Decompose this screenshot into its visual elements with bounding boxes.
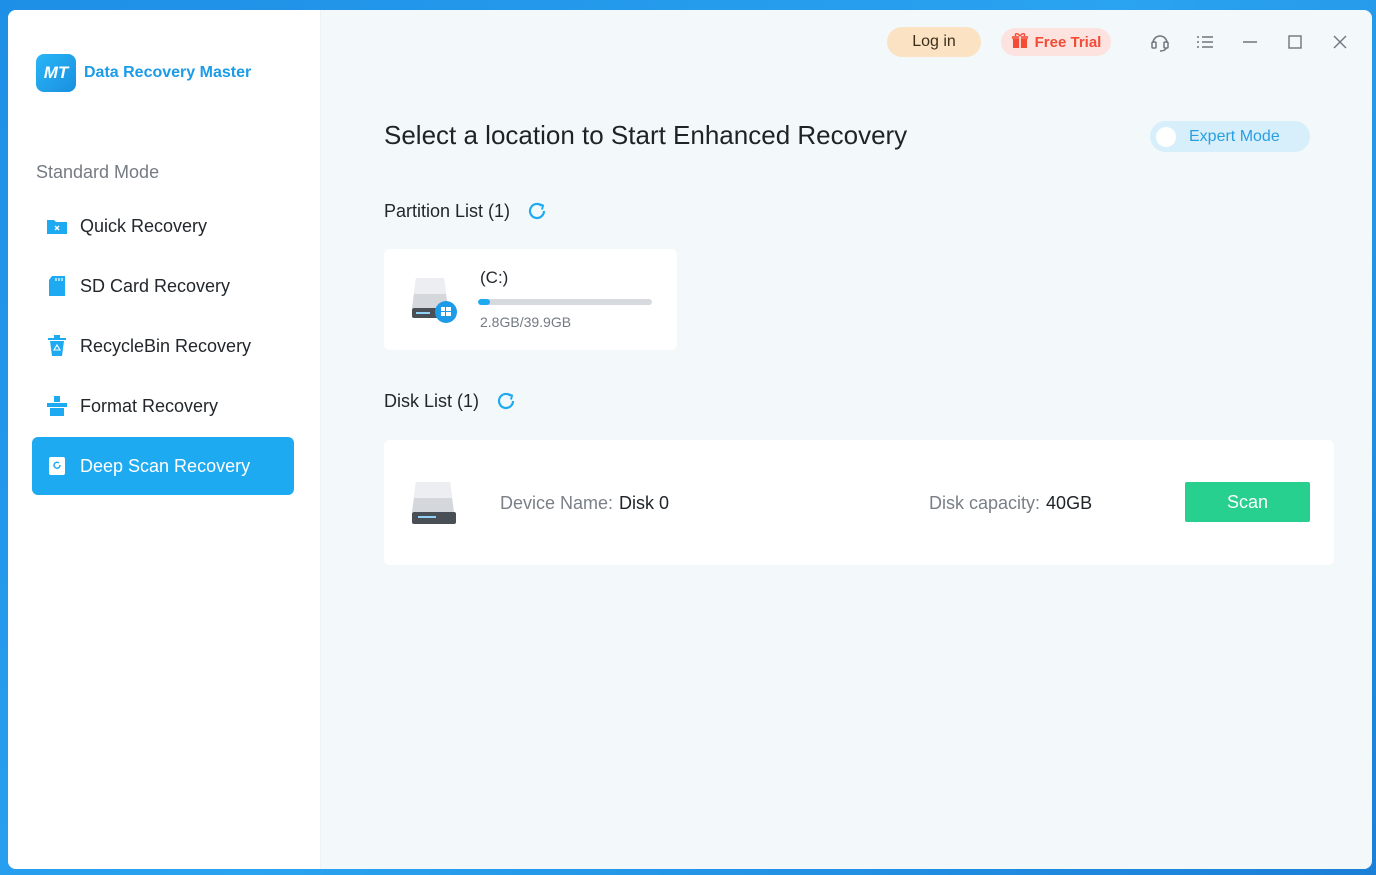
- disk-capacity-value: 40GB: [1046, 493, 1093, 513]
- partition-size: 2.8GB/39.9GB: [480, 314, 572, 330]
- partition-usage-fill: [478, 299, 491, 305]
- maximize-icon[interactable]: [1272, 26, 1317, 58]
- sidebar-item-quick-recovery[interactable]: Quick Recovery: [32, 197, 294, 255]
- mode-label: Standard Mode: [36, 162, 160, 182]
- disk-capacity-field: Disk capacity: 40GB: [929, 493, 1092, 514]
- free-trial-button[interactable]: Free Trial: [1001, 28, 1111, 56]
- support-icon[interactable]: [1137, 26, 1182, 58]
- device-name-field: Device Name: Disk 0: [500, 493, 669, 514]
- sidebar-item-format-recovery[interactable]: Format Recovery: [32, 377, 294, 435]
- sidebar-item-label: Quick Recovery: [80, 215, 208, 236]
- partition-list-header: Partition List (1): [384, 200, 548, 222]
- format-icon: [46, 395, 68, 417]
- partition-card[interactable]: (C:) 2.8GB/39.9GB: [384, 249, 677, 350]
- drive-windows-icon: [410, 276, 460, 329]
- partition-list-label: Partition List (1): [384, 200, 511, 221]
- partition-usage-bar: [478, 299, 652, 305]
- page-title: Select a location to Start Enhanced Reco…: [384, 120, 908, 150]
- sidebar-item-sd-card-recovery[interactable]: SD Card Recovery: [32, 257, 294, 315]
- partition-name: (C:): [480, 268, 509, 287]
- sidebar-item-label: Format Recovery: [80, 395, 219, 416]
- disk-drive-icon: [410, 480, 458, 531]
- main-panel: Log in Free Trial Select a location to S…: [321, 10, 1372, 869]
- device-name-value: Disk 0: [619, 493, 670, 513]
- sidebar-item-recyclebin-recovery[interactable]: RecycleBin Recovery: [32, 317, 294, 375]
- app-logo: MT Data Recovery Master: [36, 54, 251, 92]
- disk-list-label: Disk List (1): [384, 390, 480, 411]
- sidebar: MT Data Recovery Master Standard Mode Qu…: [8, 10, 321, 869]
- close-icon[interactable]: [1317, 26, 1362, 58]
- disk-capacity-label: Disk capacity:: [929, 493, 1041, 513]
- refresh-disks-icon[interactable]: [495, 390, 517, 412]
- app-window: MT Data Recovery Master Standard Mode Qu…: [8, 10, 1372, 869]
- sd-card-icon: [46, 275, 68, 297]
- free-trial-label: Free Trial: [1034, 33, 1102, 51]
- sidebar-item-label: Deep Scan Recovery: [80, 455, 251, 476]
- menu-icon[interactable]: [1182, 26, 1227, 58]
- recycle-bin-icon: [46, 335, 68, 357]
- sidebar-item-deep-scan-recovery[interactable]: Deep Scan Recovery: [32, 437, 294, 495]
- logo-icon: MT: [36, 54, 76, 92]
- sidebar-nav: Quick Recovery SD Card Recovery RecycleB…: [32, 197, 294, 497]
- login-button[interactable]: Log in: [887, 27, 981, 57]
- sidebar-item-label: RecycleBin Recovery: [80, 335, 252, 356]
- refresh-partitions-icon[interactable]: [526, 200, 548, 222]
- device-name-label: Device Name:: [500, 493, 614, 513]
- minimize-icon[interactable]: [1227, 26, 1272, 58]
- disk-list-header: Disk List (1): [384, 390, 517, 412]
- gift-icon: [1011, 31, 1029, 54]
- app-name: Data Recovery Master: [84, 64, 252, 81]
- scan-button[interactable]: Scan: [1185, 482, 1310, 522]
- disk-card: Device Name: Disk 0 Disk capacity: 40GB Sc…: [384, 440, 1334, 565]
- expert-mode-label: Expert Mode: [1189, 127, 1280, 145]
- deep-scan-icon: [46, 455, 68, 477]
- top-bar: Log in Free Trial: [887, 26, 1372, 58]
- folder-icon: [46, 215, 68, 237]
- sidebar-item-label: SD Card Recovery: [80, 275, 231, 296]
- expert-mode-toggle[interactable]: Expert Mode: [1150, 121, 1310, 152]
- toggle-knob: [1156, 126, 1176, 147]
